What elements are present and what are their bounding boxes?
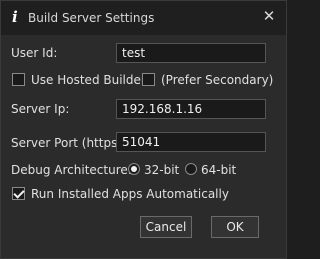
server-ip-input[interactable]: 192.168.1.16 — [116, 99, 266, 119]
title-bar[interactable]: i Build Server Settings ✕ — [1, 1, 286, 35]
arch-32bit-label: 32-bit — [144, 163, 180, 177]
arch-32bit-radio[interactable] — [128, 163, 140, 175]
arch-64bit-radio[interactable] — [185, 163, 197, 175]
use-hosted-builder-checkbox[interactable] — [12, 73, 25, 86]
user-id-label: User Id: — [11, 46, 58, 60]
user-id-input[interactable]: test — [116, 43, 266, 63]
use-hosted-builder-label: Use Hosted Builder — [31, 73, 146, 87]
debug-architecture-label: Debug Architecture: — [11, 163, 132, 177]
server-port-input[interactable]: 51041 — [116, 132, 266, 152]
ok-button[interactable]: OK — [211, 216, 259, 238]
server-port-label: Server Port (https): — [11, 136, 127, 150]
run-installed-apps-label: Run Installed Apps Automatically — [31, 187, 229, 201]
server-ip-label: Server Ip: — [11, 102, 70, 116]
arch-64bit-label: 64-bit — [201, 163, 237, 177]
dialog-title: Build Server Settings — [28, 11, 155, 25]
cancel-button[interactable]: Cancel — [140, 216, 192, 238]
prefer-secondary-label: (Prefer Secondary) — [161, 73, 274, 87]
build-server-settings-dialog: i Build Server Settings ✕ User Id: test … — [0, 0, 287, 259]
close-icon[interactable]: ✕ — [262, 7, 276, 25]
prefer-secondary-checkbox[interactable] — [142, 73, 155, 86]
info-i-icon: i — [12, 8, 18, 26]
run-installed-apps-checkbox[interactable] — [12, 187, 25, 200]
